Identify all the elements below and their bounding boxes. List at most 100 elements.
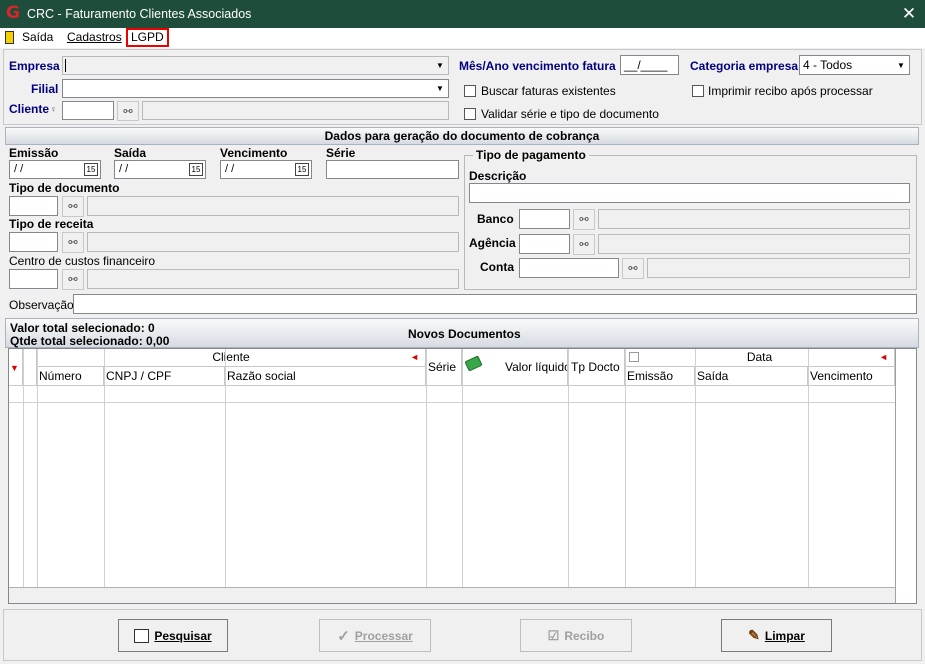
receipt-check-icon: ☑ [547,627,560,643]
emissao-date-value: / / [14,163,24,175]
conta-label: Conta [480,260,514,274]
saida-date-input[interactable]: / / 15 [114,160,206,179]
recibo-button[interactable]: ☑ Recibo [520,619,632,652]
app-logo-icon: G [6,3,20,23]
grid-divider [23,349,24,603]
tipo-receita-label: Tipo de receita [9,217,94,231]
menu-lgpd[interactable]: LGPD [126,28,169,47]
empresa-select[interactable]: ▼ [62,56,449,75]
categoria-select[interactable]: 4 - Todos ▼ [799,55,910,75]
tipo-receita-input[interactable] [9,232,58,252]
imprimir-recibo-label: Imprimir recibo após processar [708,84,873,98]
observacao-input[interactable] [73,294,917,314]
empresa-label: Empresa [9,59,60,73]
grid-col-serie[interactable]: Série [426,349,462,386]
chevron-down-icon: ▼ [897,60,905,70]
chevron-down-icon: ▼ [436,84,444,93]
menu-bar: Saída Cadastros LGPD [0,28,925,48]
tipo-documento-binoculars-icon[interactable]: ⚯ [62,196,84,217]
close-icon[interactable]: ✕ [898,3,920,25]
mes-ano-input[interactable]: __/____ [620,55,679,75]
grid-col-emissao[interactable]: Emissão [625,367,695,386]
agencia-input[interactable] [519,234,570,254]
validar-serie-checkbox[interactable] [464,108,476,120]
descricao-input[interactable] [469,183,910,203]
agencia-label: Agência [469,236,516,250]
pesquisar-label: Pesquisar [154,628,212,643]
vencimento-date-value: / / [225,163,235,175]
centro-custos-label: Centro de custos financeiro [9,254,156,268]
mes-ano-label: Mês/Ano vencimento fatura [459,59,616,73]
vencimento-label: Vencimento [220,146,288,160]
grid-divider [462,349,463,603]
calendar-icon[interactable]: 15 [84,163,98,176]
pesquisar-button[interactable]: Pesquisar [118,619,228,652]
grid-group-cliente-label: Cliente [212,350,250,364]
collapse-left-icon[interactable]: ◄ [879,349,888,366]
calendar-icon[interactable]: 15 [295,163,309,176]
cliente-label: Cliente [9,102,50,116]
grid-divider [895,349,896,603]
banco-desc [598,209,910,229]
grid-col-razao[interactable]: Razão social [225,367,426,386]
buscar-faturas-label: Buscar faturas existentes [481,84,616,98]
tipo-pagamento-title: Tipo de pagamento [473,148,589,162]
descricao-label: Descrição [469,169,527,183]
agencia-binoculars-icon[interactable]: ⚯ [573,234,595,255]
menu-saida[interactable]: Saída [18,29,57,46]
grid-col-cnpj[interactable]: CNPJ / CPF [104,367,225,386]
chevron-down-icon: ▼ [436,61,444,70]
grid-divider [426,349,427,603]
imprimir-recibo-checkbox[interactable] [692,85,704,97]
grid-group-cliente: Cliente ◄ [37,349,426,367]
grid-divider [37,349,38,603]
conta-binoculars-icon[interactable]: ⚯ [622,258,644,279]
validar-serie-label: Validar série e tipo de documento [481,107,659,121]
vencimento-date-input[interactable]: / / 15 [220,160,312,179]
tipo-documento-desc [87,196,459,216]
saida-date-value: / / [119,163,129,175]
banco-binoculars-icon[interactable]: ⚯ [573,209,595,230]
buscar-faturas-checkbox[interactable] [464,85,476,97]
grid-col-numero[interactable]: Número [37,367,104,386]
banco-label: Banco [477,212,514,226]
centro-custos-desc [87,269,459,289]
grid-col-tpdocto[interactable]: Tp Docto [568,349,625,386]
menu-saida-label: Saída [22,30,54,44]
grid-col-valor[interactable]: Valor líquido [462,349,568,386]
grid-divider [568,349,569,603]
grid-col-saida[interactable]: Saída [695,367,808,386]
table-row[interactable] [9,386,895,403]
categoria-label: Categoria empresa [690,59,799,73]
tipo-documento-input[interactable] [9,196,58,216]
banco-input[interactable] [519,209,570,229]
conta-desc [647,258,910,278]
novos-documentos-header: Valor total selecionado: 0 Qtde total se… [5,318,919,348]
grid-divider [625,349,626,603]
sort-down-icon[interactable]: ▼ [10,363,19,373]
menu-lgpd-label: LGPD [131,30,164,44]
processar-button[interactable]: ✓ Processar [319,619,431,652]
emissao-date-input[interactable]: / / 15 [9,160,101,179]
grid-col-vencimento[interactable]: Vencimento [808,367,895,386]
tipo-receita-binoculars-icon[interactable]: ⚯ [62,232,84,253]
documentos-grid[interactable]: ▼ Cliente ◄ Número CNPJ / CPF Razão soci… [8,348,917,604]
collapse-left-icon[interactable]: ◄ [410,349,419,366]
filial-label: Filial [31,82,59,96]
dados-section-header: Dados para geração do documento de cobra… [5,127,919,145]
conta-input[interactable] [519,258,619,278]
cliente-lookup-binoculars-icon[interactable]: ⚯ [117,101,139,121]
key-icon: ♀ [50,104,57,114]
grid-group-data: Data ◄ [625,349,895,367]
filial-select[interactable]: ▼ [62,79,449,98]
menu-cadastros[interactable]: Cadastros [63,29,126,46]
grid-select-header[interactable] [23,349,37,386]
centro-custos-binoculars-icon[interactable]: ⚯ [62,269,84,290]
limpar-button[interactable]: ✎ Limpar [721,619,832,652]
limpar-label: Limpar [764,628,805,643]
cliente-code-input[interactable] [62,101,114,120]
centro-custos-input[interactable] [9,269,58,289]
serie-label: Série [326,146,356,160]
calendar-icon[interactable]: 15 [189,163,203,176]
serie-input[interactable] [326,160,459,179]
